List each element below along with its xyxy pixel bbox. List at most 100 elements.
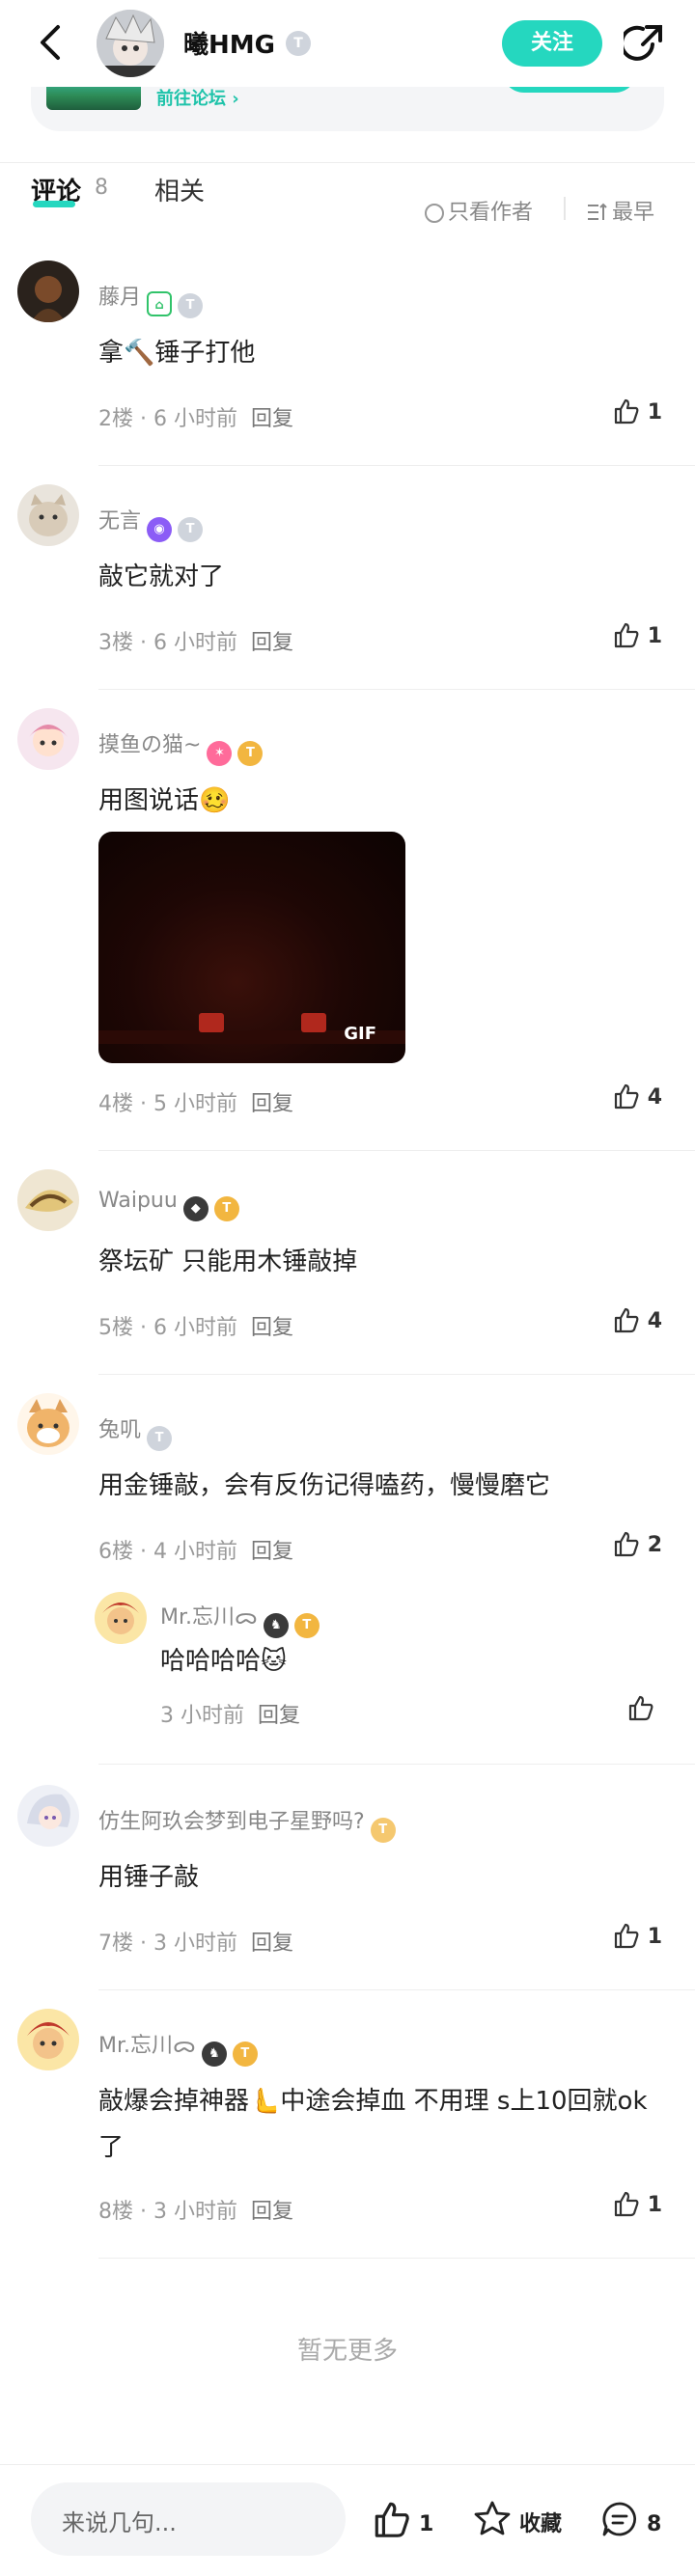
like-button[interactable]: 4 <box>613 1082 662 1110</box>
home-badge-icon: ⌂ <box>147 291 173 316</box>
comment-author-name[interactable]: Mr.忘川ᯅ <box>98 2034 196 2058</box>
comment-author-name[interactable]: 藤月 <box>98 286 141 310</box>
comment-gif-image[interactable]: GIF <box>98 832 405 1063</box>
comment-time: 6 小时前 <box>153 631 237 655</box>
radio-circle-icon <box>425 204 444 223</box>
gif-scene <box>199 1013 224 1032</box>
like-count: 1 <box>647 400 662 425</box>
level-badge-icon: T <box>237 741 264 766</box>
game-badge-icon: ◆ <box>182 1196 208 1221</box>
comment-count: 8 <box>647 2512 662 2536</box>
reply-button[interactable]: 回复 <box>251 2200 293 2224</box>
divider <box>0 162 695 163</box>
back-arrow-icon[interactable] <box>33 21 71 64</box>
reply-button[interactable]: 回复 <box>251 1932 293 1956</box>
comment-text: 用金锤敲，会有反伤记得嗑药，慢慢磨它 <box>98 1471 551 1500</box>
comment-text: 祭坛矿 只能用木锤敲掉 <box>98 1247 358 1276</box>
like-count: 1 <box>647 624 662 648</box>
like-button[interactable] <box>627 1694 662 1721</box>
comment-floor: 4楼 <box>98 1092 133 1116</box>
thumbs-up-icon <box>614 1307 639 1333</box>
shield-badge-icon: ♞ <box>263 1613 289 1638</box>
comment-author-name[interactable]: 摸鱼の猫~ <box>98 733 201 757</box>
author-avatar[interactable] <box>97 10 164 77</box>
gif-scene <box>301 1013 326 1032</box>
sort-order-button[interactable]: 最早 <box>587 195 654 226</box>
post-like-count: 1 <box>419 2512 434 2536</box>
favorite-button[interactable]: 收藏 <box>473 2500 562 2538</box>
sub-reply-text: 哈哈哈哈🐱 <box>160 1647 288 1676</box>
comment-text: 敲它就对了 <box>98 562 225 591</box>
divider <box>98 1150 695 1151</box>
comment-floor: 7楼 <box>98 1932 133 1956</box>
divider <box>98 1764 695 1765</box>
comment-time: 5 小时前 <box>153 1092 237 1116</box>
avatar[interactable] <box>17 2009 79 2070</box>
level-badge-icon: T <box>178 293 204 318</box>
like-button[interactable]: 1 <box>613 1922 662 1949</box>
author-name[interactable]: 曦HMG <box>183 25 275 61</box>
comments-button[interactable]: 8 <box>600 2500 661 2538</box>
sub-reply-time: 3 小时前 <box>160 1704 244 1728</box>
follow-button[interactable]: 关注 <box>502 20 602 67</box>
like-count: 2 <box>647 1533 662 1557</box>
comment-floor: 8楼 <box>98 2200 133 2224</box>
like-button[interactable]: 1 <box>613 397 662 425</box>
thumbs-up-icon <box>628 1695 653 1721</box>
favorite-label: 收藏 <box>519 2512 563 2536</box>
comment-author-name[interactable]: 兔叽 <box>98 1418 141 1442</box>
comment-time: 4 小时前 <box>153 1540 237 1564</box>
comment-author-name[interactable]: Waipuu <box>98 1189 178 1213</box>
avatar[interactable] <box>17 484 79 546</box>
sub-reply-author-name[interactable]: Mr.忘川ᯅ <box>160 1605 258 1630</box>
like-button[interactable]: 1 <box>613 621 662 648</box>
reply-button[interactable]: 回复 <box>251 1540 293 1564</box>
avatar[interactable] <box>95 1592 147 1644</box>
comment-time: 6 小时前 <box>153 407 237 431</box>
comment-text: 用图说话🥴 <box>98 786 231 815</box>
comment-floor: 3楼 <box>98 631 133 655</box>
comment-input[interactable]: 来说几句... <box>31 2482 346 2556</box>
comment-time: 6 小时前 <box>153 1316 237 1340</box>
like-button[interactable]: 2 <box>613 1530 662 1557</box>
avatar[interactable] <box>17 1785 79 1847</box>
comment-author-name[interactable]: 无言 <box>98 509 141 534</box>
like-count: 1 <box>647 1925 662 1949</box>
like-post-button[interactable]: 1 <box>373 2500 433 2538</box>
avatar[interactable] <box>17 708 79 770</box>
sort-label: 最早 <box>612 201 655 225</box>
tab-related[interactable]: 相关 <box>154 172 205 207</box>
comment-input-placeholder: 来说几句... <box>62 2509 177 2536</box>
level-badge-icon: T <box>232 2042 258 2067</box>
reply-button[interactable]: 回复 <box>258 1704 300 1728</box>
only-author-toggle[interactable]: 只看作者 <box>425 195 533 226</box>
comment-author-name[interactable]: 仿生阿玖会梦到电子星野吗? <box>98 1810 365 1834</box>
thumbs-up-icon <box>614 398 639 425</box>
tab-active-indicator <box>33 201 75 207</box>
gif-label: GIF <box>344 1024 376 1044</box>
share-icon[interactable] <box>620 23 664 64</box>
reply-button[interactable]: 回复 <box>251 631 293 655</box>
avatar[interactable] <box>17 1393 79 1455</box>
like-count: 1 <box>647 2193 662 2217</box>
comment-bubble-icon <box>602 2502 636 2536</box>
like-count: 4 <box>647 1309 662 1333</box>
sort-icon <box>588 203 607 220</box>
thumbs-up-icon <box>614 2191 639 2217</box>
game-badge-icon: ✶ <box>207 741 233 766</box>
comment-floor: 2楼 <box>98 407 133 431</box>
go-to-forum-link[interactable]: 前往论坛 › <box>156 85 239 110</box>
divider <box>564 197 566 220</box>
reply-button[interactable]: 回复 <box>251 1316 293 1340</box>
thumbs-up-icon <box>614 1083 639 1110</box>
level-badge-icon: T <box>293 1613 320 1638</box>
reply-button[interactable]: 回复 <box>251 407 293 431</box>
reply-button[interactable]: 回复 <box>251 1092 293 1116</box>
avatar[interactable] <box>17 260 79 322</box>
avatar[interactable] <box>17 1169 79 1231</box>
like-button[interactable]: 4 <box>613 1306 662 1333</box>
divider <box>98 2258 695 2259</box>
comment-floor: 6楼 <box>98 1540 133 1564</box>
like-button[interactable]: 1 <box>613 2190 662 2217</box>
comment-text: 用锤子敲 <box>98 1863 200 1892</box>
